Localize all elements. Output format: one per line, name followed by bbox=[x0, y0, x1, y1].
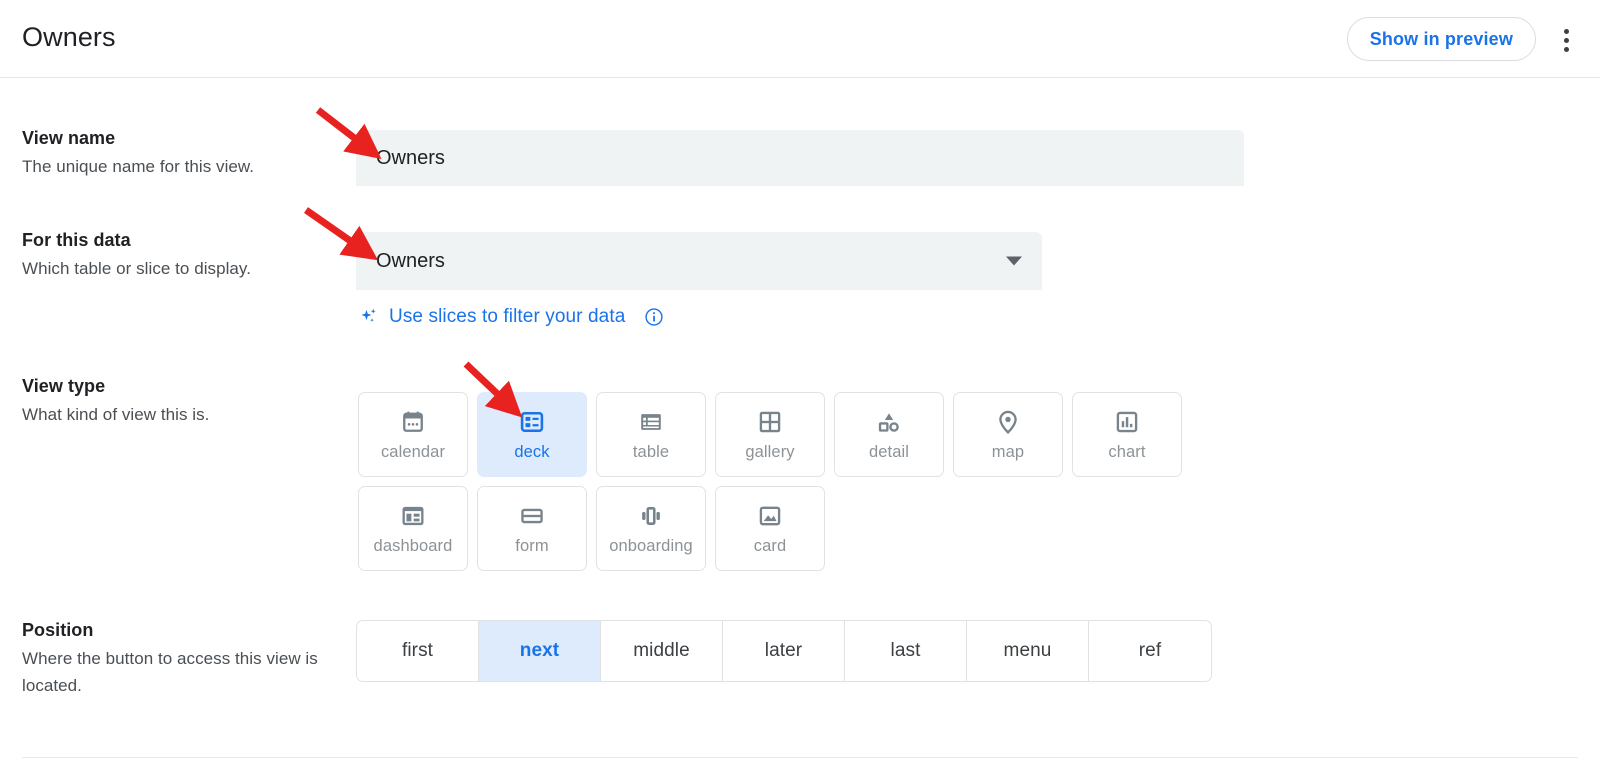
view-type-row-2: dashboard form onboarding bbox=[358, 486, 1238, 571]
view-type-tile-grid: calendar deck bbox=[358, 392, 1238, 580]
view-type-tile-detail[interactable]: detail bbox=[834, 392, 944, 477]
position-segmented-control: first next middle later last menu ref bbox=[356, 620, 1212, 682]
chevron-down-icon bbox=[1006, 257, 1022, 266]
view-type-tile-label: map bbox=[992, 443, 1024, 462]
view-type-tile-calendar[interactable]: calendar bbox=[358, 392, 468, 477]
position-label: Position bbox=[22, 618, 352, 642]
use-slices-link[interactable]: Use slices to filter your data bbox=[358, 306, 664, 328]
table-icon bbox=[637, 408, 665, 436]
view-type-tile-chart[interactable]: chart bbox=[1072, 392, 1182, 477]
view-type-tile-label: chart bbox=[1108, 443, 1145, 462]
view-type-tile-onboarding[interactable]: onboarding bbox=[596, 486, 706, 571]
view-type-tile-deck[interactable]: deck bbox=[477, 392, 587, 477]
view-type-tile-label: deck bbox=[514, 443, 549, 462]
view-type-tile-dashboard[interactable]: dashboard bbox=[358, 486, 468, 571]
sparkle-icon bbox=[358, 306, 380, 328]
form-icon bbox=[518, 502, 546, 530]
position-option-later[interactable]: later bbox=[723, 621, 845, 681]
view-type-tile-label: onboarding bbox=[609, 537, 693, 556]
map-pin-icon bbox=[994, 408, 1022, 436]
view-name-label-group: View name The unique name for this view. bbox=[22, 126, 352, 180]
view-name-label: View name bbox=[22, 126, 352, 150]
deck-icon bbox=[518, 408, 546, 436]
position-option-middle[interactable]: middle bbox=[601, 621, 723, 681]
for-this-data-value: Owners bbox=[376, 250, 445, 273]
view-type-tile-form[interactable]: form bbox=[477, 486, 587, 571]
view-type-tile-label: card bbox=[754, 537, 787, 556]
view-type-tile-label: form bbox=[515, 537, 548, 556]
for-this-data-description: Which table or slice to display. bbox=[22, 255, 352, 282]
view-type-tile-table[interactable]: table bbox=[596, 392, 706, 477]
page-header: Owners Show in preview bbox=[0, 0, 1600, 78]
view-type-tile-card[interactable]: card bbox=[715, 486, 825, 571]
position-description: Where the button to access this view is … bbox=[22, 645, 352, 699]
view-type-tile-gallery[interactable]: gallery bbox=[715, 392, 825, 477]
view-type-tile-label: table bbox=[633, 443, 669, 462]
more-vert-icon[interactable] bbox=[1550, 22, 1582, 58]
position-option-next[interactable]: next bbox=[479, 621, 601, 681]
page-title: Owners bbox=[22, 22, 116, 53]
view-name-input[interactable]: Owners bbox=[356, 130, 1244, 186]
use-slices-label: Use slices to filter your data bbox=[389, 306, 625, 328]
view-type-description: What kind of view this is. bbox=[22, 401, 352, 428]
view-type-tile-label: dashboard bbox=[374, 537, 453, 556]
view-type-tile-map[interactable]: map bbox=[953, 392, 1063, 477]
onboarding-icon bbox=[637, 502, 665, 530]
view-name-description: The unique name for this view. bbox=[22, 153, 352, 180]
position-label-group: Position Where the button to access this… bbox=[22, 618, 352, 699]
view-settings-page: Owners Show in preview View name The uni… bbox=[0, 0, 1600, 784]
view-type-tile-label: calendar bbox=[381, 443, 445, 462]
position-option-menu[interactable]: menu bbox=[967, 621, 1089, 681]
chart-icon bbox=[1113, 408, 1141, 436]
view-type-label: View type bbox=[22, 374, 352, 398]
view-type-tile-label: detail bbox=[869, 443, 909, 462]
card-icon bbox=[756, 502, 784, 530]
detail-icon bbox=[875, 408, 903, 436]
position-option-ref[interactable]: ref bbox=[1089, 621, 1211, 681]
show-in-preview-button[interactable]: Show in preview bbox=[1347, 17, 1536, 61]
position-option-first[interactable]: first bbox=[357, 621, 479, 681]
gallery-icon bbox=[756, 408, 784, 436]
dashboard-icon bbox=[399, 502, 427, 530]
for-this-data-label-group: For this data Which table or slice to di… bbox=[22, 228, 352, 282]
position-option-last[interactable]: last bbox=[845, 621, 967, 681]
for-this-data-label: For this data bbox=[22, 228, 352, 252]
view-type-tile-label: gallery bbox=[745, 443, 794, 462]
view-type-label-group: View type What kind of view this is. bbox=[22, 374, 352, 428]
section-divider bbox=[22, 757, 1578, 758]
for-this-data-select[interactable]: Owners bbox=[356, 232, 1042, 290]
view-type-row-1: calendar deck bbox=[358, 392, 1238, 477]
info-circle-icon[interactable] bbox=[644, 307, 664, 327]
calendar-icon bbox=[399, 408, 427, 436]
